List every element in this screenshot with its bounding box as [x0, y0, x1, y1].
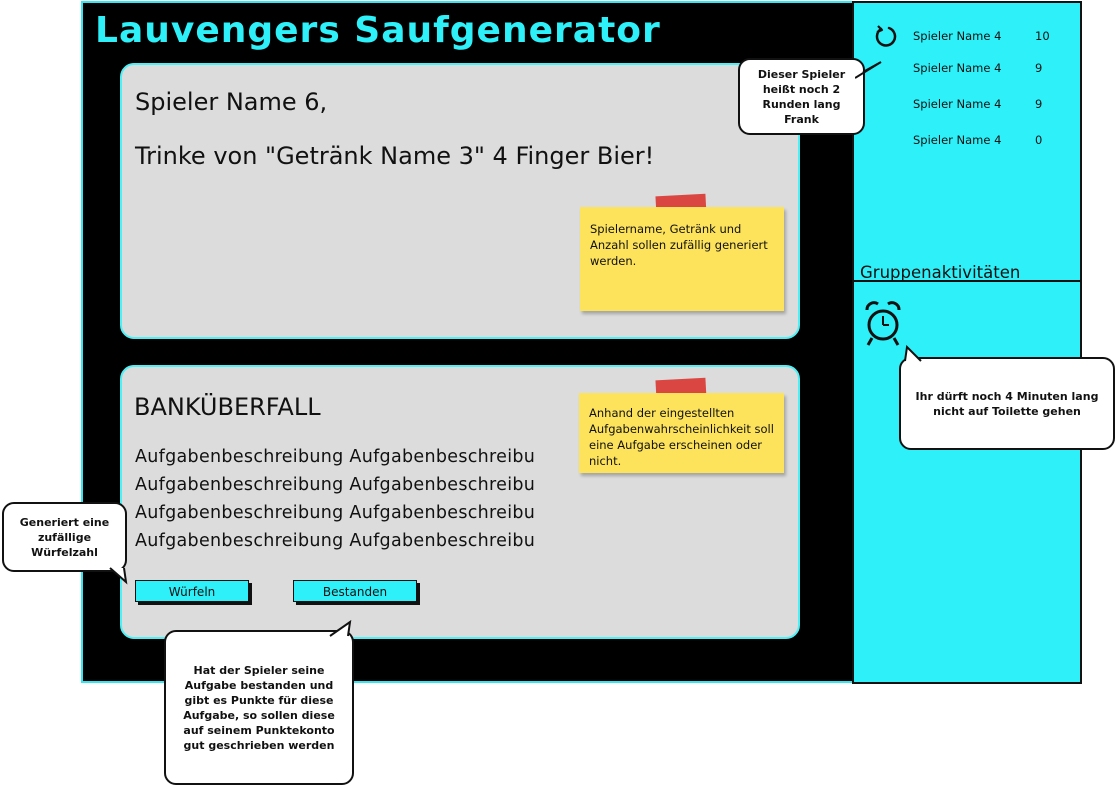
score-player-name: Spieler Name 4	[913, 29, 1002, 43]
score-row: Spieler Name 4 10	[913, 29, 1050, 43]
task-title: BANKÜBERFALL	[134, 393, 321, 421]
score-player-name: Spieler Name 4	[913, 61, 1002, 75]
task-description-line: Aufgabenbeschreibung Aufgabenbeschreibun…	[135, 447, 535, 467]
callout-tail	[329, 620, 352, 637]
callout-tail	[855, 61, 882, 79]
callout-tail	[904, 345, 922, 362]
score-row: Spieler Name 4 9	[913, 97, 1042, 111]
group-activities-heading: Gruppenaktivitäten	[860, 263, 1021, 282]
score-points: 0	[1035, 133, 1043, 147]
score-points: 10	[1035, 29, 1050, 43]
score-row: Spieler Name 4 9	[913, 61, 1042, 75]
sticky-note-random: Spielername, Getränk und Anzahl sollen z…	[580, 207, 784, 311]
score-points: 9	[1035, 97, 1043, 111]
task-description-line: Aufgabenbeschreibung Aufgabenbeschreibun…	[135, 531, 535, 551]
callout-dice: Generiert eine zufällige Würfelzahl	[2, 502, 127, 572]
score-player-name: Spieler Name 4	[913, 97, 1002, 111]
task-description-line: Aufgabenbeschreibung Aufgabenbeschreibun…	[135, 503, 535, 523]
task-description-line: Aufgabenbeschreibung Aufgabenbeschreibun…	[135, 475, 535, 495]
app-title: Lauvengers Saufgenerator	[95, 10, 661, 51]
callout-toilet-timer: Ihr dürft noch 4 Minuten lang nicht auf …	[899, 357, 1115, 450]
drink-instruction: Trinke von "Getränk Name 3" 4 Finger Bie…	[135, 142, 655, 170]
callout-player-alias: Dieser Spieler heißt noch 2 Runden lang …	[738, 58, 865, 135]
sticky-note-probability: Anhand der eingestellten Aufgabenwahrsch…	[579, 393, 784, 473]
refresh-icon[interactable]	[873, 24, 899, 50]
task-passed-button[interactable]: Bestanden	[293, 580, 417, 602]
drink-player-name: Spieler Name 6,	[135, 88, 328, 116]
score-row: Spieler Name 4 0	[913, 133, 1042, 147]
alarm-clock-icon	[865, 301, 901, 346]
callout-tail	[109, 567, 128, 585]
roll-dice-button[interactable]: Würfeln	[135, 580, 249, 602]
score-player-name: Spieler Name 4	[913, 133, 1002, 147]
callout-task-passed: Hat der Spieler seine Aufgabe bestanden …	[164, 630, 354, 785]
score-points: 9	[1035, 61, 1043, 75]
